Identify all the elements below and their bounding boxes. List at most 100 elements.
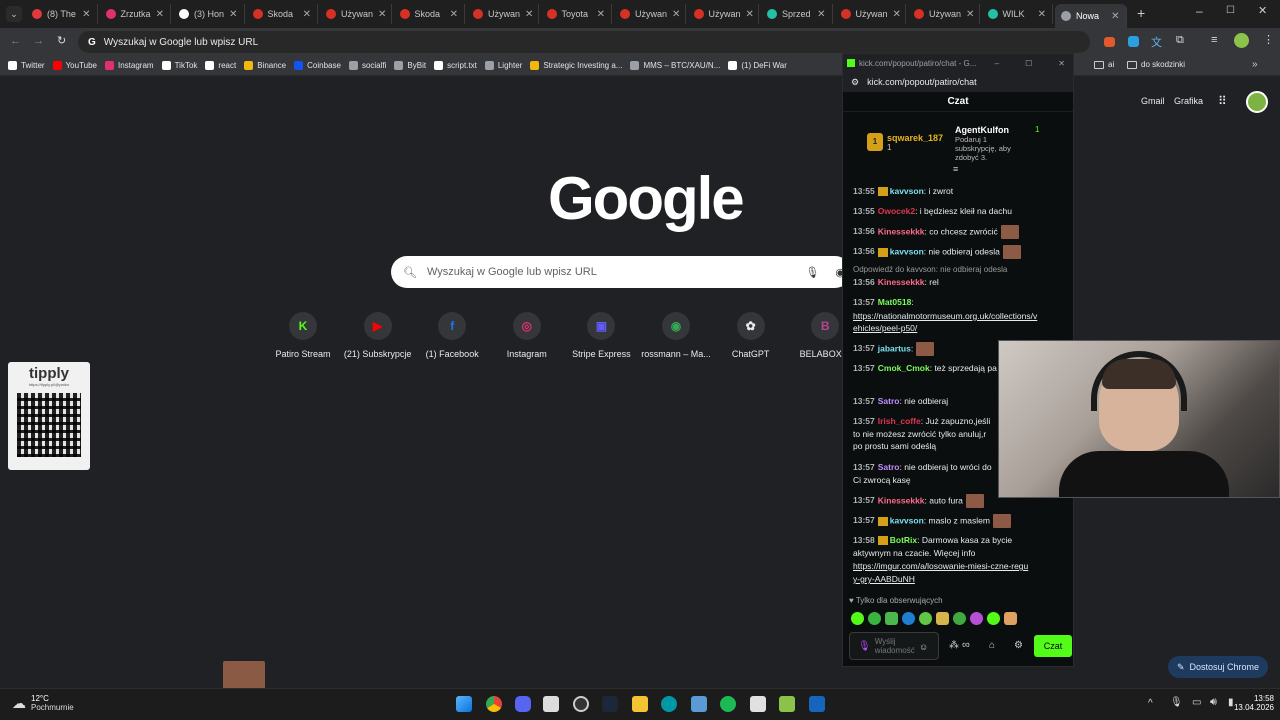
- shortcut-tile[interactable]: K Patiro Stream: [266, 312, 340, 359]
- emote-icon[interactable]: [970, 612, 983, 625]
- collapse-pinned-icon[interactable]: ≡: [953, 164, 958, 174]
- tray-volume-icon[interactable]: 🔊︎: [1210, 696, 1217, 709]
- emote-icon[interactable]: [885, 612, 898, 625]
- discord-taskbar-icon[interactable]: [515, 696, 531, 712]
- maximize-button[interactable]: ☐: [1226, 5, 1235, 16]
- tray-chevron-icon[interactable]: ^: [1148, 698, 1153, 709]
- search-box[interactable]: 🔍︎ Wyszukaj w Google lub wpisz URL 🎙︎ ◉: [391, 256, 851, 288]
- tab-close-icon[interactable]: ✕: [82, 9, 90, 20]
- tray-network-icon[interactable]: ▭: [1192, 697, 1201, 708]
- emote-icon[interactable]: [902, 612, 915, 625]
- bookmark-item[interactable]: Strategic Investing a...: [530, 61, 622, 70]
- extensions-puzzle-icon[interactable]: ⧉: [1176, 34, 1184, 47]
- emote-icon[interactable]: [868, 612, 881, 625]
- mic-icon[interactable]: 🎙︎: [858, 641, 871, 652]
- shortcut-tile[interactable]: ◉ rossmann – Ma...: [639, 312, 713, 359]
- app6-taskbar-icon[interactable]: [809, 696, 825, 712]
- tab-close-icon[interactable]: ✕: [1111, 11, 1119, 22]
- forward-icon[interactable]: →: [33, 35, 44, 47]
- message-username[interactable]: Irish_coffe: [878, 416, 921, 426]
- clock[interactable]: 13:58 13.04.2026: [1226, 694, 1274, 712]
- message-username[interactable]: Satro: [878, 396, 900, 406]
- explorer-taskbar-icon[interactable]: [632, 696, 648, 712]
- emote-quickbar[interactable]: [851, 612, 1017, 625]
- settings-gear-icon[interactable]: ⚙: [1014, 640, 1023, 651]
- chrome-taskbar-icon[interactable]: [486, 696, 502, 712]
- steam-taskbar-icon[interactable]: [602, 696, 618, 712]
- media-icon[interactable]: ≡: [1211, 34, 1217, 46]
- message-username[interactable]: Kinessekkk: [878, 277, 925, 287]
- message-username[interactable]: kavvson: [890, 246, 924, 256]
- bookmark-item[interactable]: ByBit: [394, 61, 426, 70]
- obs-taskbar-icon[interactable]: [573, 696, 589, 712]
- browser-tab[interactable]: Używan ✕: [908, 4, 980, 24]
- message-username[interactable]: Cmok_Cmok: [878, 363, 930, 373]
- bookmark-item[interactable]: MMS – BTC/XAU/N...: [630, 61, 720, 70]
- menu-kebab-icon[interactable]: ⋮: [1263, 33, 1274, 46]
- site-info-icon[interactable]: ⚙: [851, 77, 859, 88]
- weather-widget[interactable]: ☁ 12°C Pochmurnie: [12, 694, 74, 712]
- browser-tab[interactable]: Sprzed ✕: [761, 4, 833, 24]
- app-taskbar-icon[interactable]: [543, 696, 559, 712]
- extension-blue-icon[interactable]: [1128, 36, 1139, 47]
- emoji-icon[interactable]: ☺: [919, 642, 928, 652]
- tray-mic-icon[interactable]: 🎙︎: [1170, 697, 1183, 708]
- app5-taskbar-icon[interactable]: [779, 696, 795, 712]
- browser-tab[interactable]: WILK ✕: [982, 4, 1053, 24]
- tab-close-icon[interactable]: ✕: [746, 9, 754, 20]
- browser-tab[interactable]: (8) The ✕: [26, 4, 98, 24]
- tab-close-icon[interactable]: ✕: [303, 9, 311, 20]
- tab-close-icon[interactable]: ✕: [672, 9, 680, 20]
- emote-icon[interactable]: [851, 612, 864, 625]
- bookmark-item[interactable]: Lighter: [484, 61, 522, 70]
- profile-avatar[interactable]: [1234, 33, 1249, 48]
- message-username[interactable]: Kinessekkk: [878, 495, 925, 505]
- bookmark-item[interactable]: Instagram: [105, 61, 154, 70]
- extension-translate-icon[interactable]: 文: [1151, 34, 1162, 50]
- tab-close-icon[interactable]: ✕: [156, 9, 164, 20]
- browser-tab[interactable]: Używan ✕: [467, 4, 539, 24]
- browser-tab[interactable]: Używan ✕: [688, 4, 759, 24]
- message-username[interactable]: BotRix: [890, 535, 917, 545]
- tab-close-icon[interactable]: ✕: [966, 9, 974, 20]
- customize-chrome-button[interactable]: ✎ Dostosuj Chrome: [1168, 656, 1268, 678]
- bookmark-item[interactable]: Twitter: [8, 61, 45, 70]
- gmail-link[interactable]: Gmail: [1141, 96, 1165, 106]
- bookmark-item[interactable]: socialfi: [348, 61, 386, 70]
- bookmark-item[interactable]: YouTube: [52, 61, 97, 70]
- shortcut-tile[interactable]: ▶ (21) Subskrypcje: [341, 312, 415, 359]
- minimize-button[interactable]: –: [1196, 4, 1203, 18]
- send-chat-button[interactable]: Czat: [1034, 635, 1072, 657]
- start-windows-icon[interactable]: [456, 696, 472, 712]
- bookmark-item[interactable]: script.txt: [434, 61, 477, 70]
- message-username[interactable]: kavvson: [890, 515, 924, 525]
- message-link[interactable]: y-gry-AABDuNH: [853, 573, 1063, 585]
- voice-search-icon[interactable]: 🎙︎: [805, 266, 819, 279]
- message-username[interactable]: Satro: [878, 462, 900, 472]
- tab-close-icon[interactable]: ✕: [525, 9, 533, 20]
- emote-icon[interactable]: [953, 612, 966, 625]
- message-username[interactable]: Mat0518: [878, 297, 912, 307]
- browser-tab[interactable]: Skoda ✕: [394, 4, 465, 24]
- app4-taskbar-icon[interactable]: [750, 696, 766, 712]
- apps-grid-icon[interactable]: ⠿: [1218, 94, 1227, 108]
- store-icon[interactable]: ⌂: [989, 640, 995, 651]
- shortcut-tile[interactable]: f (1) Facebook: [415, 312, 489, 359]
- popup-close[interactable]: ✕: [1058, 59, 1065, 68]
- grafika-link[interactable]: Grafika: [1174, 96, 1203, 106]
- omnibox[interactable]: G Wyszukaj w Google lub wpisz URL: [78, 31, 1090, 53]
- bookmark-item[interactable]: react: [205, 61, 236, 70]
- browser-tab[interactable]: Używan ✕: [320, 4, 392, 24]
- browser-tab[interactable]: Używan ✕: [614, 4, 686, 24]
- popup-maximize[interactable]: ☐: [1025, 59, 1032, 68]
- message-username[interactable]: jabartus: [878, 343, 911, 353]
- popup-minimize[interactable]: –: [995, 59, 999, 68]
- emote-icon[interactable]: [987, 612, 1000, 625]
- close-window-button[interactable]: ✕: [1258, 4, 1267, 17]
- chat-extra-icon[interactable]: ⁂: [949, 640, 959, 651]
- browser-tab[interactable]: Nowa ✕: [1055, 4, 1127, 28]
- message-username[interactable]: Owocek2: [878, 206, 915, 216]
- bookmarks-overflow-icon[interactable]: »: [1252, 59, 1258, 70]
- browser-tab[interactable]: Skoda ✕: [247, 4, 318, 24]
- spotify-taskbar-icon[interactable]: [720, 696, 736, 712]
